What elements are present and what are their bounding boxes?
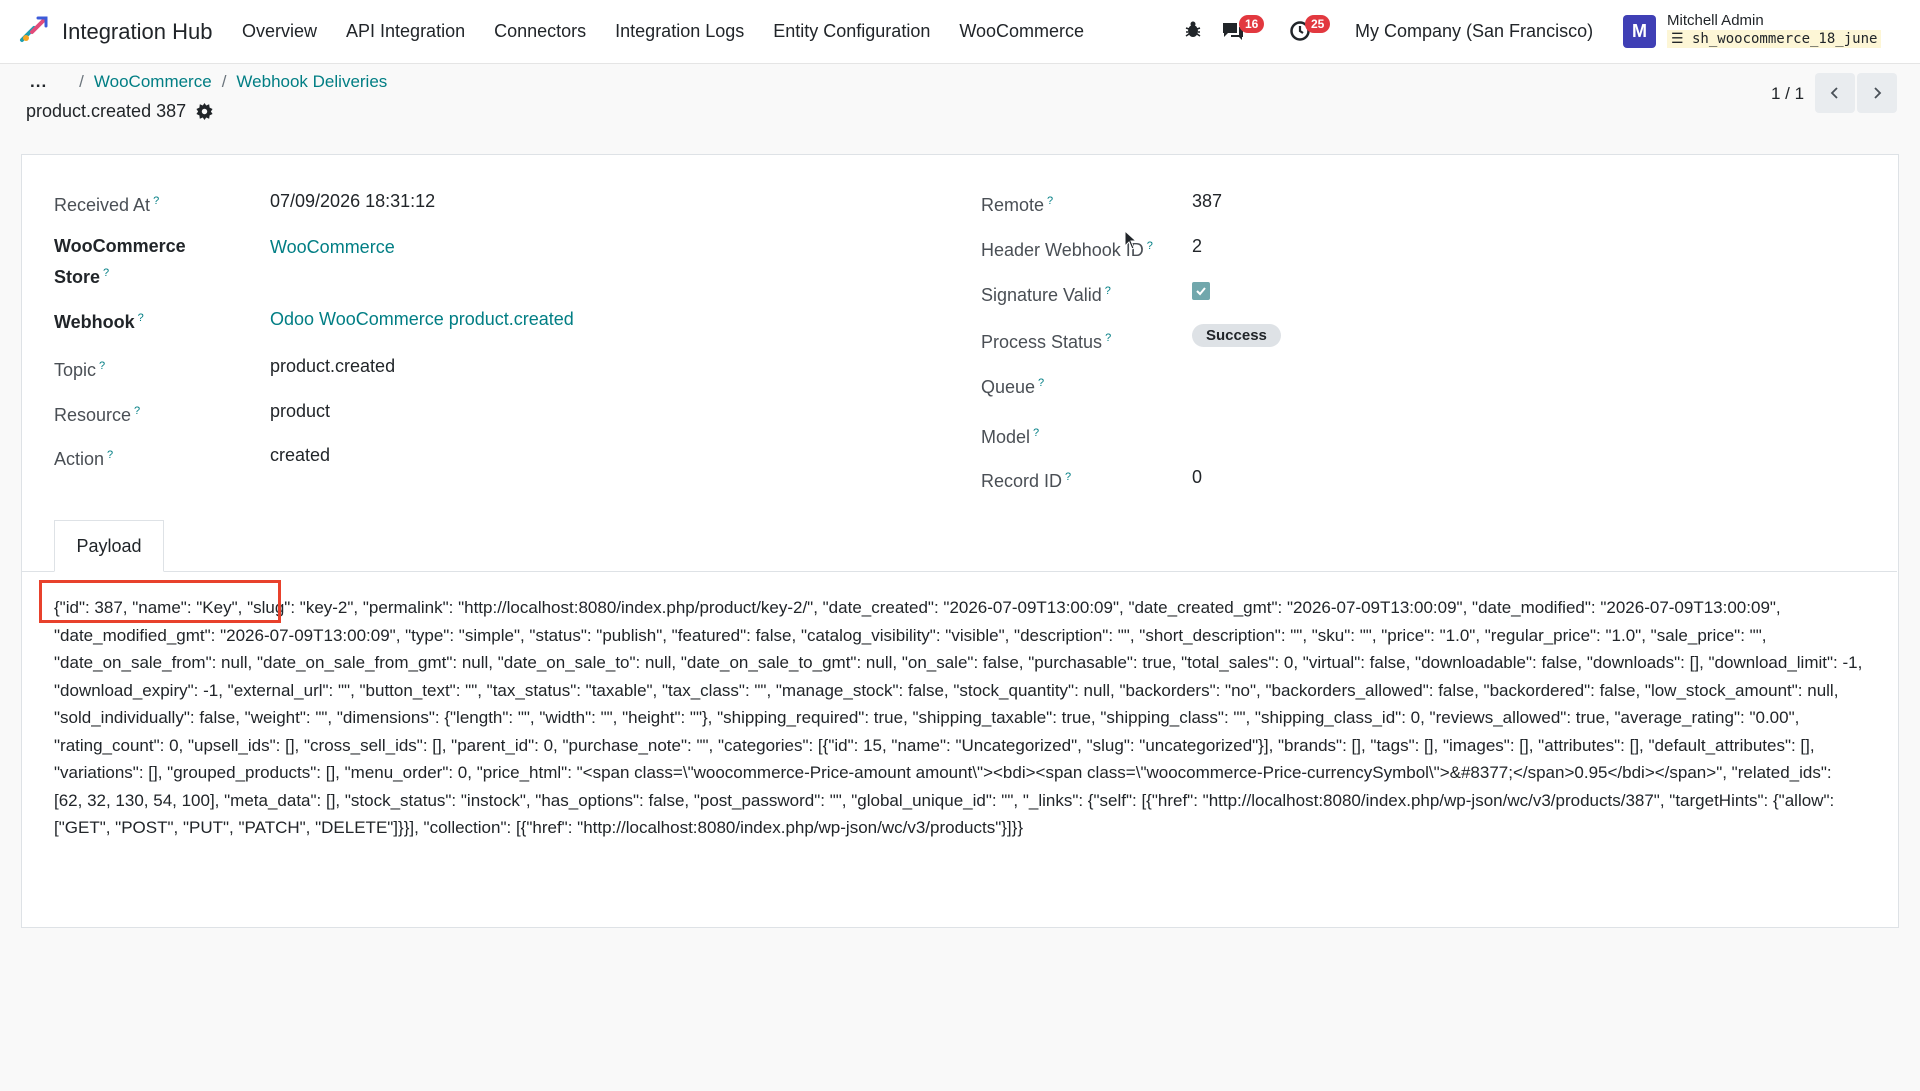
chevron-right-icon — [1874, 87, 1882, 99]
pager-next-button[interactable] — [1857, 73, 1897, 113]
value-topic[interactable]: product.created — [270, 353, 395, 380]
tabs-divider — [21, 571, 1897, 572]
signature-valid-checkbox[interactable] — [1192, 282, 1210, 300]
value-webhook[interactable]: Odoo WooCommerce product.created — [270, 306, 574, 333]
payload-text: {"id": 387, "name": "Key", "slug": "key-… — [54, 598, 1863, 837]
record-title-row: product.created 387 — [26, 101, 213, 122]
label-topic: Topic? — [54, 360, 106, 380]
app-logo-icon[interactable] — [18, 14, 50, 46]
main-menu: Overview API Integration Connectors Inte… — [242, 21, 1113, 42]
company-switcher[interactable]: My Company (San Francisco) — [1355, 21, 1593, 42]
menu-item-woocommerce[interactable]: WooCommerce — [959, 21, 1084, 42]
value-record-id[interactable]: 0 — [1192, 464, 1202, 491]
breadcrumb-separator: / — [79, 72, 84, 91]
menu-item-integration-logs[interactable]: Integration Logs — [615, 21, 744, 42]
value-received-at[interactable]: 07/09/2026 18:31:12 — [270, 188, 435, 215]
menu-item-api-integration[interactable]: API Integration — [346, 21, 465, 42]
breadcrumb-woocommerce[interactable]: WooCommerce — [94, 72, 212, 92]
avatar[interactable]: M — [1623, 15, 1656, 48]
label-woocommerce-store: WooCommerce Store? — [54, 236, 186, 287]
pager-value[interactable]: 1 / 1 — [1771, 84, 1804, 104]
breadcrumb: ... / WooCommerce / Webhook Deliveries — [30, 72, 387, 92]
label-received-at: Received At? — [54, 195, 160, 215]
top-navbar: Integration Hub Overview API Integration… — [0, 0, 1920, 64]
label-action: Action? — [54, 449, 114, 469]
chevron-left-icon — [1830, 87, 1838, 99]
label-signature-valid: Signature Valid? — [981, 285, 1111, 305]
label-webhook: Webhook? — [54, 312, 144, 332]
database-name: ☰ sh_woocommerce_18_june — [1667, 30, 1882, 48]
database-label: sh_woocommerce_18_june — [1692, 31, 1878, 47]
label-remote: Remote? — [981, 195, 1054, 215]
label-record-id: Record ID? — [981, 471, 1072, 491]
label-queue: Queue? — [981, 377, 1045, 397]
menu-item-overview[interactable]: Overview — [242, 21, 317, 42]
messages-badge: 16 — [1239, 15, 1265, 33]
menu-item-connectors[interactable]: Connectors — [494, 21, 586, 42]
activity-badge: 25 — [1305, 15, 1331, 33]
label-process-status: Process Status? — [981, 332, 1112, 352]
checkmark-icon — [1196, 287, 1206, 296]
user-name[interactable]: Mitchell Admin — [1667, 12, 1764, 29]
value-header-webhook-id[interactable]: 2 — [1192, 233, 1202, 260]
app-name[interactable]: Integration Hub — [62, 19, 212, 45]
label-resource: Resource? — [54, 405, 141, 425]
value-resource[interactable]: product — [270, 398, 330, 425]
bug-icon[interactable] — [1183, 20, 1203, 40]
database-icon: ☰ — [1671, 31, 1684, 47]
status-badge: Success — [1192, 324, 1281, 347]
breadcrumb-webhook-deliveries[interactable]: Webhook Deliveries — [236, 72, 387, 92]
menu-item-entity-configuration[interactable]: Entity Configuration — [773, 21, 930, 42]
annotation-highlight-box — [39, 580, 281, 623]
value-remote[interactable]: 387 — [1192, 188, 1222, 215]
gear-icon[interactable] — [196, 103, 213, 120]
pager-previous-button[interactable] — [1815, 73, 1855, 113]
tab-payload[interactable]: Payload — [54, 520, 164, 572]
value-woocommerce-store[interactable]: WooCommerce — [270, 234, 395, 261]
mouse-cursor-icon — [1124, 230, 1138, 250]
breadcrumb-more[interactable]: ... — [30, 72, 47, 92]
breadcrumb-separator: / — [221, 72, 227, 91]
value-action[interactable]: created — [270, 442, 330, 469]
page-title: product.created 387 — [26, 101, 187, 121]
label-model: Model? — [981, 427, 1040, 447]
